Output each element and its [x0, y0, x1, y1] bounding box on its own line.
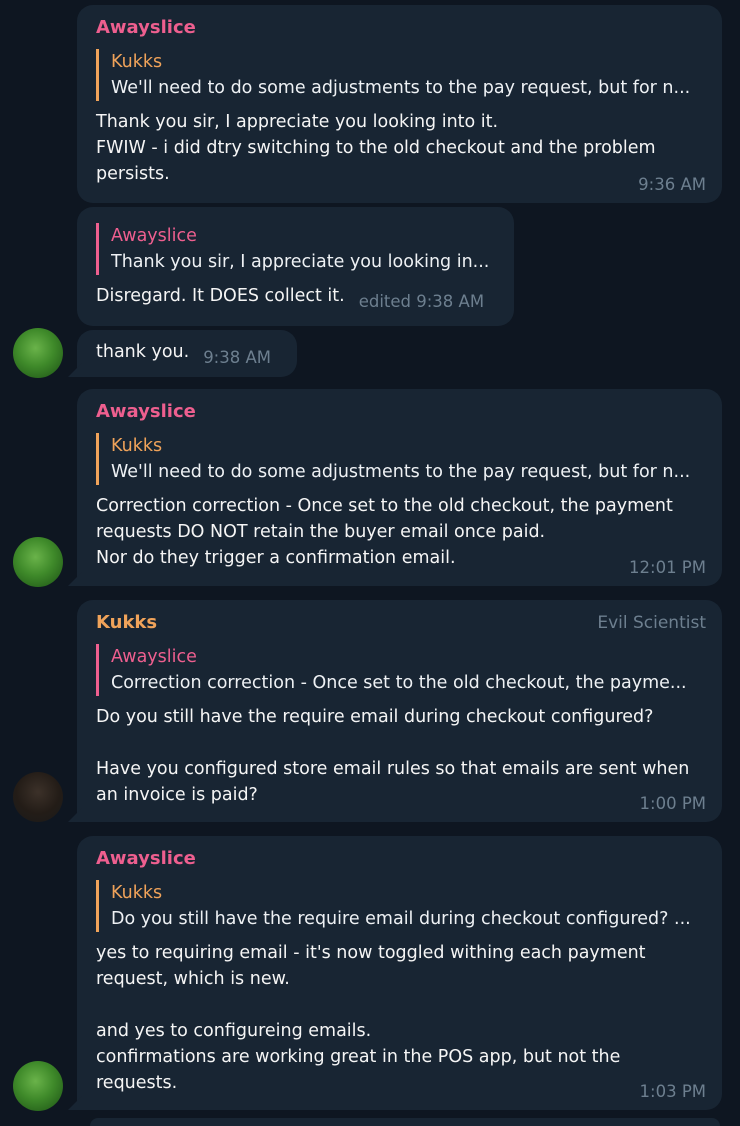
message-body: Disregard. It DOES collect it.: [96, 286, 345, 306]
sender-name[interactable]: Awayslice: [96, 15, 196, 41]
message-bubble[interactable]: Kukks Evil Scientist Awayslice Correctio…: [68, 600, 722, 822]
message-text: yes to requiring email - it's now toggle…: [96, 943, 646, 1093]
reply-author: Awayslice: [111, 647, 197, 667]
reply-snippet: Do you still have the require email duri…: [111, 909, 691, 929]
sender-name[interactable]: Awayslice: [96, 846, 196, 872]
user-avatar[interactable]: [13, 328, 63, 378]
message-bubble[interactable]: Awayslice Kukks We'll need to do some ad…: [77, 5, 722, 203]
message-time: 1:03 PM: [639, 1082, 706, 1101]
message-time: 9:36 AM: [638, 175, 706, 194]
next-message-bubble: [90, 1118, 720, 1126]
reply-author: Kukks: [111, 883, 163, 903]
reply-author: Awayslice: [111, 226, 197, 246]
message-bubble[interactable]: thank you. 9:38 AM: [68, 330, 297, 377]
bubble-tail: [68, 1096, 82, 1110]
reply-snippet: Correction correction - Once set to the …: [111, 673, 687, 693]
message-time: edited 9:38 AM: [358, 292, 485, 311]
message-text: Thank you sir, I appreciate you looking …: [96, 112, 656, 184]
reply-author: Kukks: [111, 52, 163, 72]
user-avatar[interactable]: [13, 772, 63, 822]
message-sender[interactable]: Awayslice: [96, 399, 706, 425]
reply-snippet: Thank you sir, I appreciate you looking …: [111, 252, 490, 272]
message-text: Do you still have the require email duri…: [96, 707, 690, 805]
reply-quote[interactable]: Kukks Do you still have the require emai…: [96, 880, 706, 932]
reply-quote[interactable]: Awayslice Correction correction - Once s…: [96, 644, 706, 696]
reply-quote[interactable]: Kukks We'll need to do some adjustments …: [96, 433, 706, 485]
user-avatar[interactable]: [13, 537, 63, 587]
bubble-tail: [68, 363, 82, 377]
bubble-tail: [68, 572, 82, 586]
message-text: Correction correction - Once set to the …: [96, 496, 673, 568]
message-sender[interactable]: Kukks Evil Scientist: [96, 610, 706, 636]
message-bubble[interactable]: Awayslice Kukks Do you still have the re…: [68, 836, 722, 1110]
reply-quote[interactable]: Awayslice Thank you sir, I appreciate yo…: [96, 223, 498, 275]
message-sender[interactable]: Awayslice: [96, 846, 706, 872]
sender-role: Evil Scientist: [597, 613, 706, 633]
message-sender[interactable]: Awayslice: [96, 15, 706, 41]
chat-history: Awayslice Kukks We'll need to do some ad…: [0, 0, 740, 1126]
sender-name[interactable]: Kukks: [96, 610, 157, 636]
bubble-tail: [68, 808, 82, 822]
message-time: 9:38 AM: [203, 348, 272, 367]
message-bubble[interactable]: Awayslice Thank you sir, I appreciate yo…: [77, 207, 514, 326]
message-time: 1:00 PM: [639, 794, 706, 813]
reply-quote[interactable]: Kukks We'll need to do some adjustments …: [96, 49, 706, 101]
reply-snippet: We'll need to do some adjustments to the…: [111, 462, 691, 482]
message-text: thank you. 9:38 AM: [96, 339, 281, 367]
reply-snippet: We'll need to do some adjustments to the…: [111, 78, 691, 98]
message-text: Disregard. It DOES collect it. edited 9:3…: [96, 283, 498, 311]
message-bubble[interactable]: Awayslice Kukks We'll need to do some ad…: [68, 389, 722, 586]
message-body: thank you.: [96, 342, 190, 362]
reply-author: Kukks: [111, 436, 163, 456]
message-time: 12:01 PM: [629, 558, 706, 577]
user-avatar[interactable]: [13, 1061, 63, 1111]
sender-name[interactable]: Awayslice: [96, 399, 196, 425]
